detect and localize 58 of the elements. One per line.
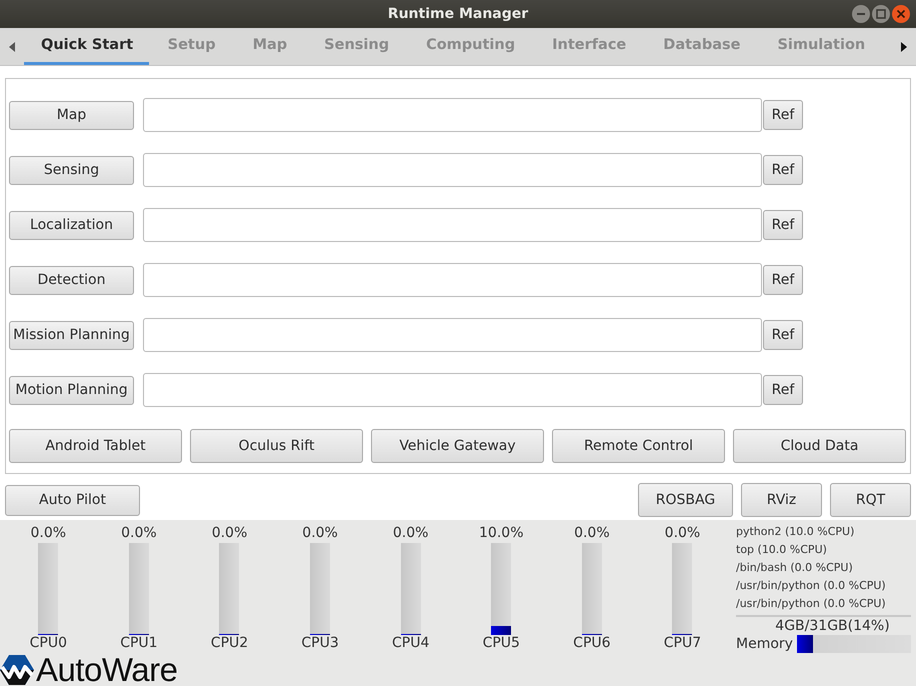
launch-button[interactable]: Mission Planning xyxy=(9,320,134,350)
launch-button[interactable]: Map xyxy=(9,100,134,130)
ref-button[interactable]: Ref xyxy=(763,265,803,295)
cpu-percent: 10.0% xyxy=(479,525,524,542)
viewer-button[interactable]: RViz xyxy=(741,483,822,517)
launch-button[interactable]: Motion Planning xyxy=(9,376,134,404)
scroll-left-icon[interactable] xyxy=(9,42,15,52)
cpu-percent: 0.0% xyxy=(664,525,700,542)
process-entry: python2 (10.0 %CPU) xyxy=(736,524,856,540)
memory-reading: 4GB/31GB(14%) xyxy=(774,618,891,634)
auto-pilot-button[interactable]: Auto Pilot xyxy=(5,484,140,516)
cpu-label: CPU2 xyxy=(210,635,248,652)
cpu-label: CPU7 xyxy=(664,635,702,652)
process-entry: top (10.0 %CPU) xyxy=(736,542,828,558)
ref-button[interactable]: Ref xyxy=(763,320,803,350)
viewer-button[interactable]: RQT xyxy=(830,483,911,517)
cpu-percent: 0.0% xyxy=(302,525,338,542)
path-input-field[interactable] xyxy=(143,208,762,242)
maximize-icon[interactable] xyxy=(872,5,890,23)
process-entry: /usr/bin/python (0.0 %CPU) xyxy=(736,596,887,612)
cpu-percent: 0.0% xyxy=(392,525,428,542)
tool-button[interactable]: Android Tablet xyxy=(9,429,182,463)
path-input-field[interactable] xyxy=(143,98,762,132)
cpu-label: CPU6 xyxy=(573,635,611,652)
path-input-field[interactable] xyxy=(143,373,762,407)
scroll-right-icon[interactable] xyxy=(901,42,907,52)
ref-button[interactable]: Ref xyxy=(763,155,803,185)
path-input-field[interactable] xyxy=(143,263,762,297)
cpu-label: CPU0 xyxy=(30,635,67,652)
ref-button[interactable]: Ref xyxy=(763,210,803,240)
cpu-percent: 0.0% xyxy=(30,525,66,542)
launch-button[interactable]: Detection xyxy=(9,266,134,294)
cpu-label: CPU4 xyxy=(392,635,430,652)
process-entry: /usr/bin/python (0.0 %CPU) xyxy=(736,578,887,594)
cpu-label: CPU3 xyxy=(301,635,339,652)
launch-button[interactable]: Sensing xyxy=(9,156,134,184)
memory-label: Memory xyxy=(736,635,794,653)
tool-button[interactable]: Remote Control xyxy=(552,429,725,463)
logo-icon xyxy=(0,655,34,685)
logo-wordmark: AutoWare xyxy=(36,654,178,686)
cpu-percent: 0.0% xyxy=(574,525,610,542)
cpu-label: CPU5 xyxy=(482,635,520,652)
close-icon[interactable] xyxy=(892,5,910,23)
minimize-icon[interactable] xyxy=(852,5,870,23)
cpu-percent: 0.0% xyxy=(212,525,248,542)
cpu-label: CPU1 xyxy=(120,635,158,652)
cpu-percent: 0.0% xyxy=(121,525,157,542)
ref-button[interactable]: Ref xyxy=(763,100,803,130)
window-title: Runtime Manager xyxy=(388,6,528,22)
tool-button[interactable]: Oculus Rift xyxy=(190,429,363,463)
viewer-button[interactable]: ROSBAG xyxy=(638,483,733,517)
ref-button[interactable]: Ref xyxy=(763,375,803,405)
process-entry: /bin/bash (0.0 %CPU) xyxy=(736,560,854,576)
path-input-field[interactable] xyxy=(143,153,762,187)
tool-button[interactable]: Vehicle Gateway xyxy=(371,429,544,463)
path-input-field[interactable] xyxy=(143,318,762,352)
launch-button[interactable]: Localization xyxy=(9,210,134,240)
tool-button[interactable]: Cloud Data xyxy=(733,429,906,463)
